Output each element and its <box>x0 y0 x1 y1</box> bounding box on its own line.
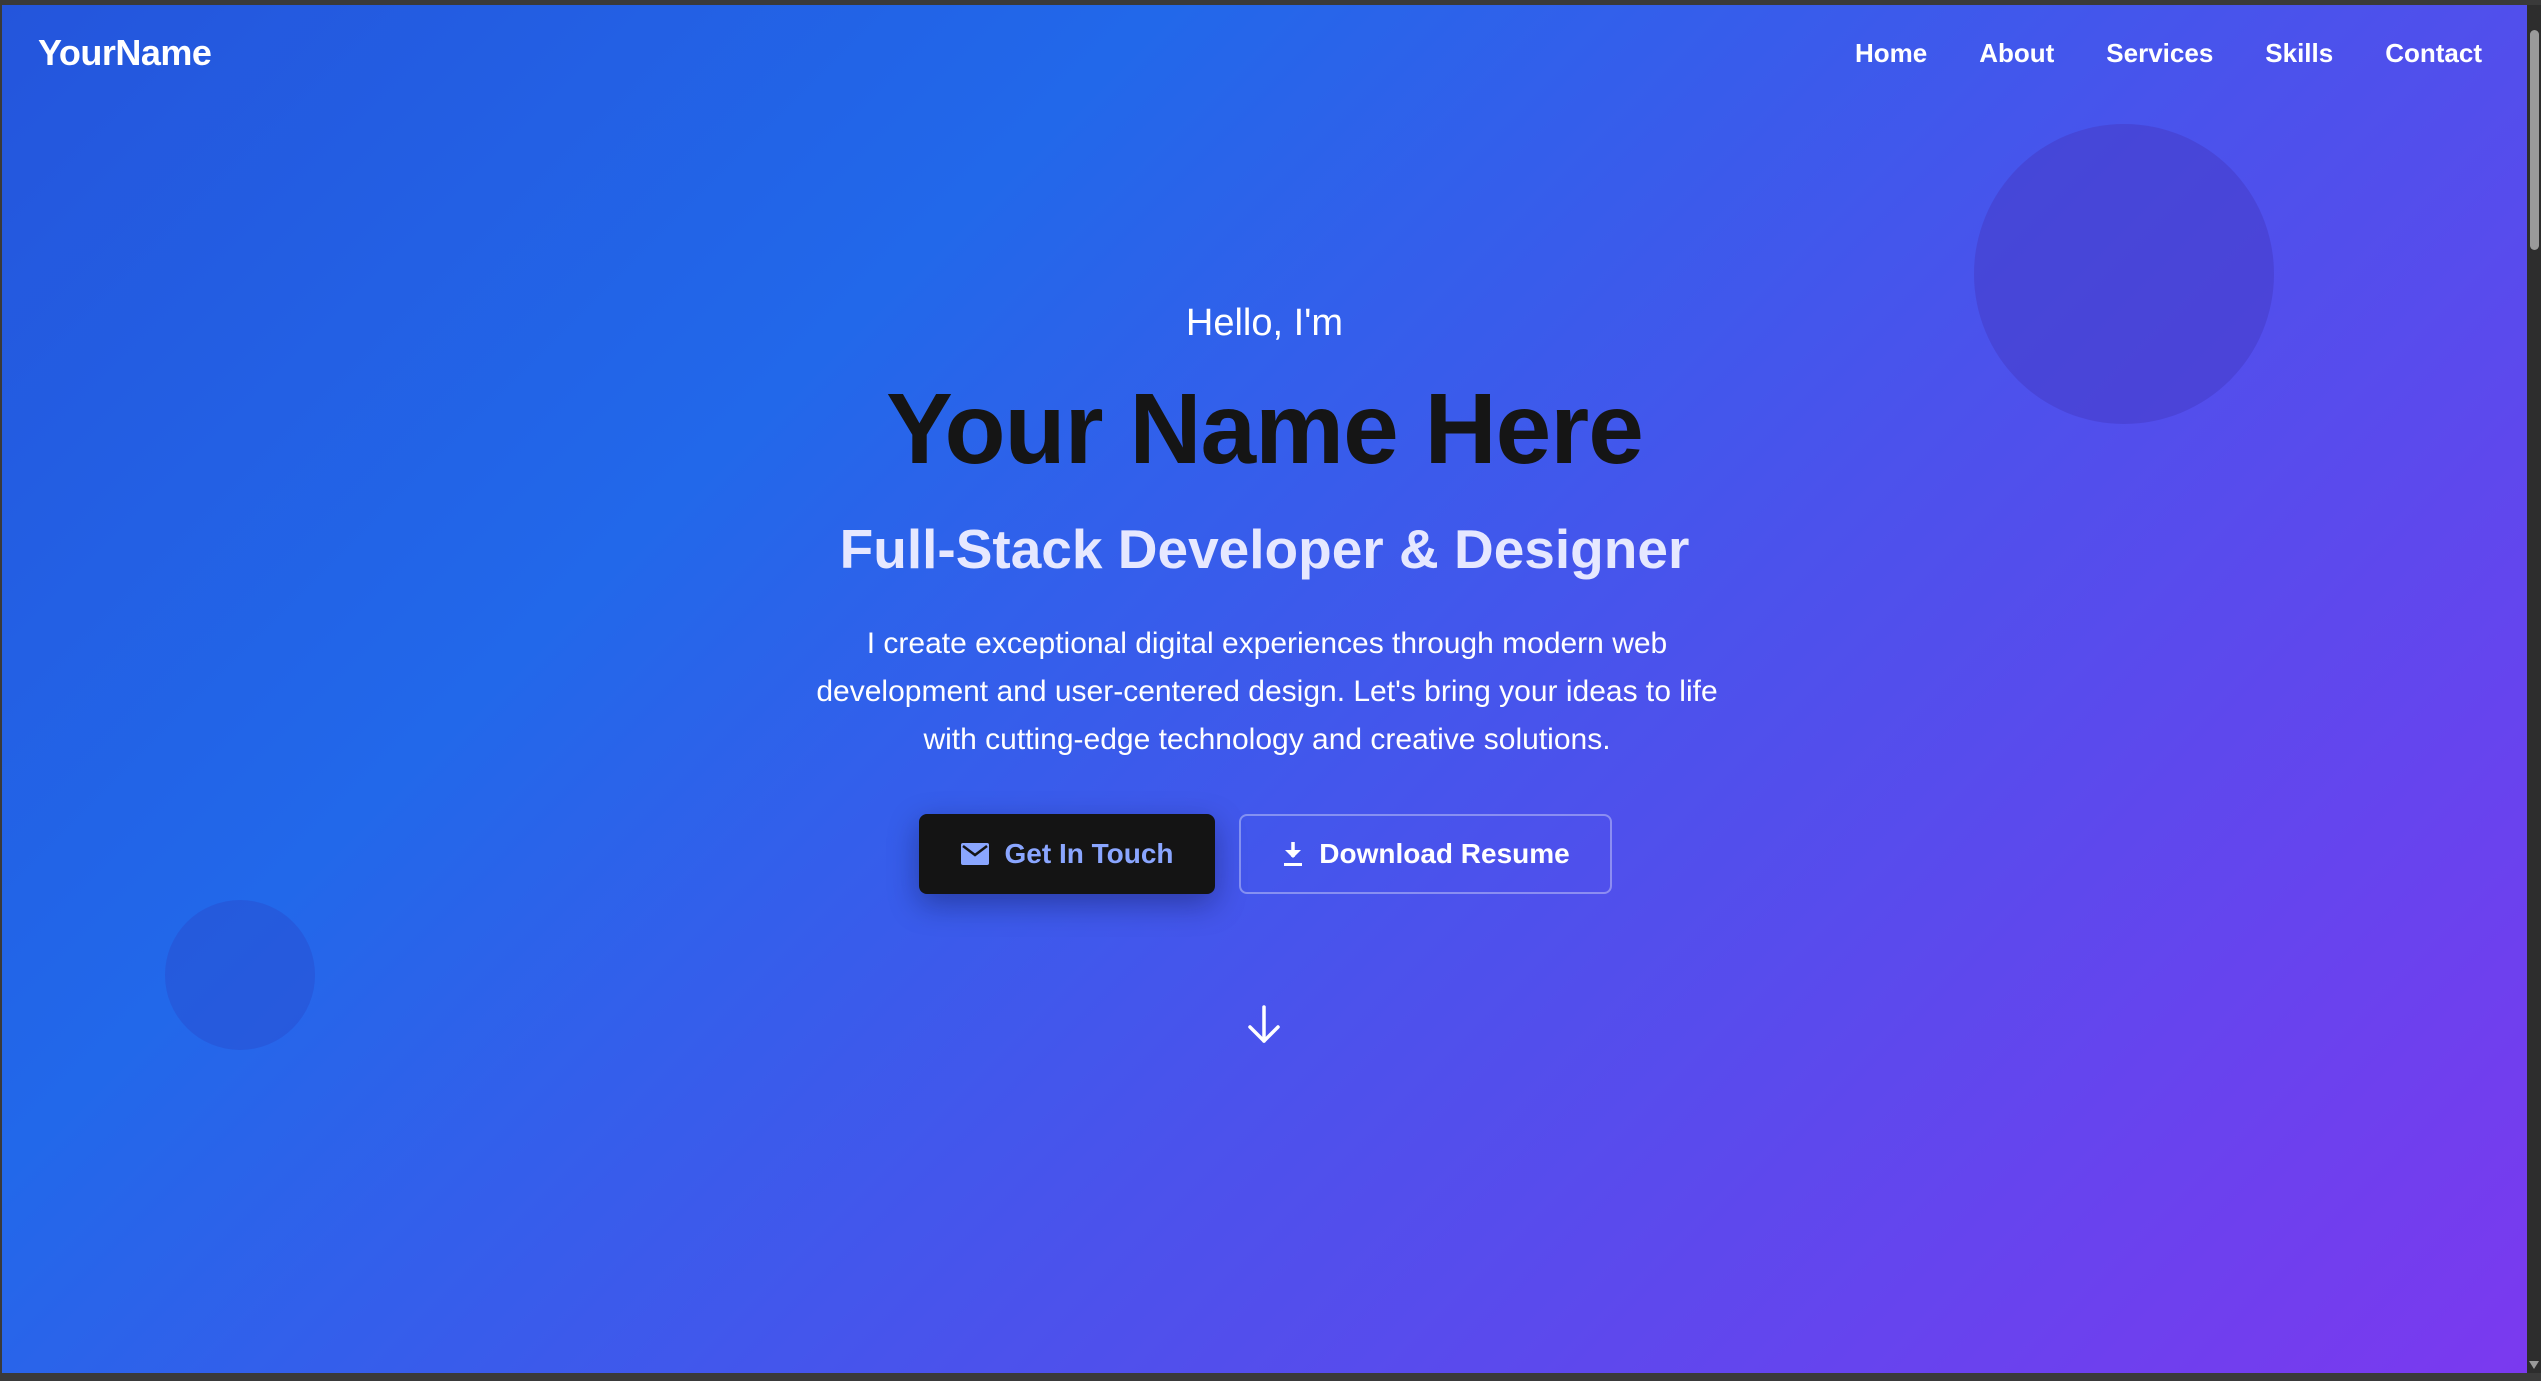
nav-link-services[interactable]: Services <box>2106 38 2213 69</box>
nav-link-about[interactable]: About <box>1979 38 2054 69</box>
browser-viewport: YourName Home About Services Skills Cont… <box>2 5 2527 1373</box>
download-resume-label: Download Resume <box>1319 838 1570 869</box>
nav-links: Home About Services Skills Contact <box>1855 38 2482 69</box>
hero-role: Full-Stack Developer & Designer <box>839 518 1690 580</box>
navbar: YourName Home About Services Skills Cont… <box>2 5 2527 105</box>
hero-name: Your Name Here <box>886 373 1644 485</box>
arrow-down-icon[interactable] <box>1244 1003 1284 1047</box>
decorative-circle-bottom <box>165 900 315 1050</box>
download-resume-button[interactable]: Download Resume <box>1239 814 1612 894</box>
hero-greeting: Hello, I'm <box>1185 302 1344 344</box>
mail-icon <box>960 842 990 866</box>
nav-link-skills[interactable]: Skills <box>2265 38 2333 69</box>
site-logo[interactable]: YourName <box>38 32 212 74</box>
vertical-scrollbar[interactable] <box>2527 5 2541 1373</box>
download-icon <box>1281 840 1305 868</box>
nav-link-home[interactable]: Home <box>1855 38 1927 69</box>
hero-description: I create exceptional digital experiences… <box>816 627 1718 756</box>
get-in-touch-button[interactable]: Get In Touch <box>919 814 1215 894</box>
scroll-down-icon[interactable] <box>2529 1361 2539 1369</box>
get-in-touch-label: Get In Touch <box>1004 838 1174 869</box>
nav-link-contact[interactable]: Contact <box>2385 38 2482 69</box>
scrollbar-thumb[interactable] <box>2530 30 2539 250</box>
